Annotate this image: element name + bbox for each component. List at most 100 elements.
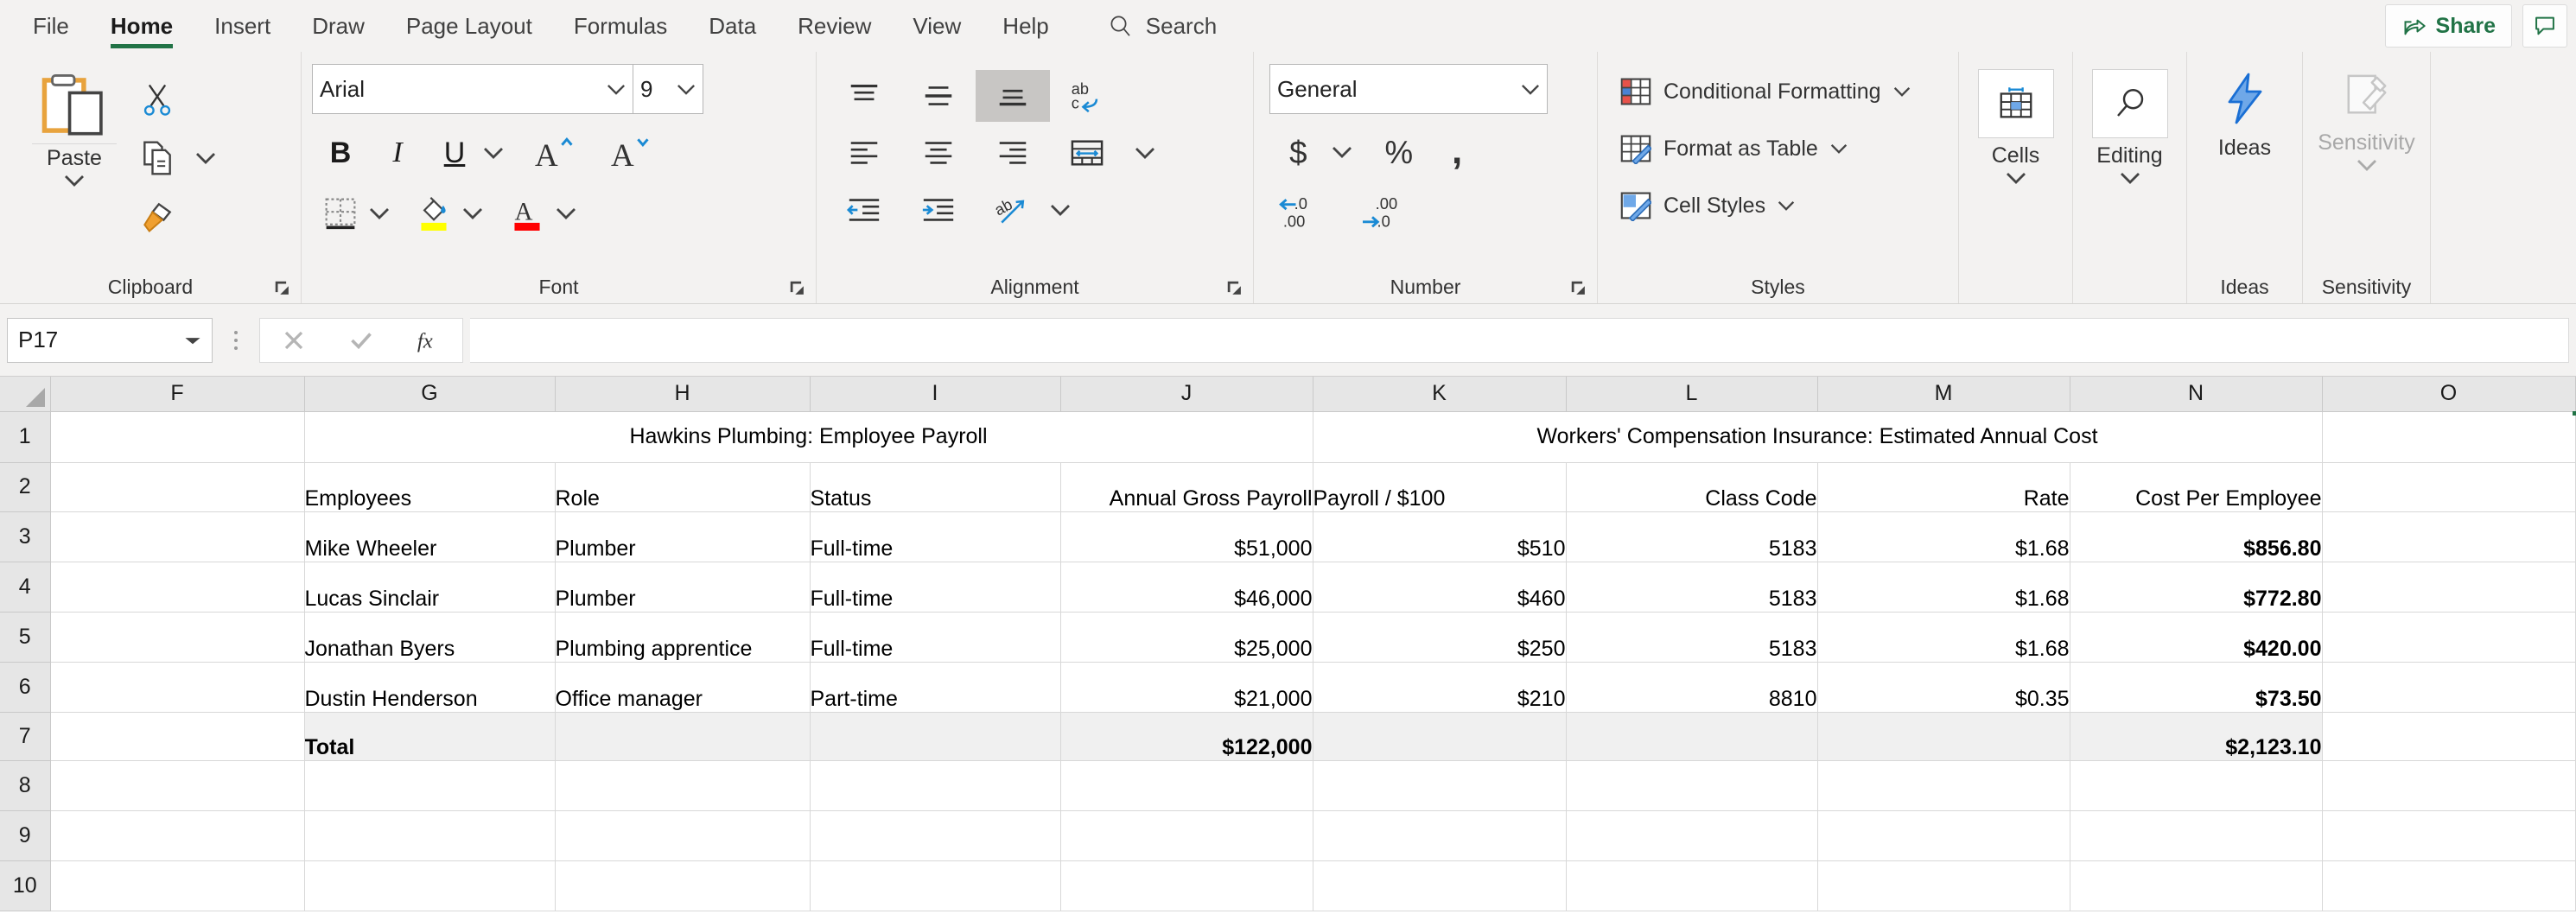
cell-N8[interactable]: [2070, 760, 2322, 810]
cell-M6-rate[interactable]: $0.35: [1817, 662, 2070, 712]
font-size-combobox[interactable]: 9: [633, 64, 703, 114]
row-header-4[interactable]: 4: [0, 562, 50, 612]
row-header-9[interactable]: 9: [0, 810, 50, 860]
percent-style-button[interactable]: %: [1368, 125, 1430, 179]
dialog-launcher-icon[interactable]: [1225, 279, 1244, 298]
underline-button[interactable]: U: [426, 126, 483, 180]
cells-button[interactable]: [1978, 69, 2054, 138]
chevron-down-icon[interactable]: [556, 207, 576, 219]
chevron-down-icon[interactable]: [2120, 172, 2140, 184]
chevron-down-icon[interactable]: [1332, 146, 1352, 158]
cancel-button[interactable]: [260, 319, 328, 362]
format-painter-button[interactable]: [138, 198, 176, 236]
dialog-launcher-icon[interactable]: [1569, 279, 1588, 298]
align-top-button[interactable]: [827, 70, 901, 122]
column-header-N[interactable]: N: [2070, 377, 2322, 411]
chevron-down-icon[interactable]: [483, 147, 504, 159]
cell-O4[interactable]: [2322, 562, 2575, 612]
chevron-down-icon[interactable]: [369, 207, 390, 219]
font-name-combobox[interactable]: Arial: [312, 64, 633, 114]
cut-button[interactable]: [138, 80, 176, 118]
borders-button[interactable]: [312, 187, 369, 240]
chevron-down-icon[interactable]: [2006, 172, 2026, 184]
select-all-corner[interactable]: [0, 377, 50, 411]
cell-F4[interactable]: [50, 562, 304, 612]
cell-I6-status[interactable]: Part-time: [810, 662, 1060, 712]
spreadsheet-grid[interactable]: F G H I J K L M N O 1 Hawkins Plumbing: …: [0, 377, 2576, 914]
cell-J5-annual-gross-payroll[interactable]: $25,000: [1060, 612, 1313, 662]
dialog-launcher-icon[interactable]: [788, 279, 807, 298]
align-middle-button[interactable]: [901, 70, 976, 122]
cell-header-annual-gross-payroll[interactable]: Annual Gross Payroll: [1060, 462, 1313, 511]
cell-F10[interactable]: [50, 860, 304, 911]
cell-L6-class-code[interactable]: 8810: [1566, 662, 1817, 712]
cell-header-cost-per-employee[interactable]: Cost Per Employee: [2070, 462, 2322, 511]
cell-header-class-code[interactable]: Class Code: [1566, 462, 1817, 511]
cell-K6-payroll-per-100[interactable]: $210: [1313, 662, 1566, 712]
column-header-J[interactable]: J: [1060, 377, 1313, 411]
chevron-down-icon[interactable]: [462, 207, 483, 219]
cell-O5[interactable]: [2322, 612, 2575, 662]
editing-button[interactable]: [2092, 69, 2168, 138]
insert-function-button[interactable]: fx: [395, 319, 462, 362]
cell-N10[interactable]: [2070, 860, 2322, 911]
ideas-button[interactable]: [2223, 73, 2268, 129]
cell-K3-payroll-per-100[interactable]: $510: [1313, 511, 1566, 562]
column-header-F[interactable]: F: [50, 377, 304, 411]
cell-L3-class-code[interactable]: 5183: [1566, 511, 1817, 562]
cell-header-role[interactable]: Role: [555, 462, 810, 511]
cell-J9[interactable]: [1060, 810, 1313, 860]
cell-M8[interactable]: [1817, 760, 2070, 810]
cell-K7[interactable]: [1313, 712, 1566, 760]
cell-banner-right[interactable]: Workers' Compensation Insurance: Estimat…: [1313, 411, 2322, 462]
cell-N3-cost-per-employee[interactable]: $856.80: [2070, 511, 2322, 562]
cell-L5-class-code[interactable]: 5183: [1566, 612, 1817, 662]
cell-K4-payroll-per-100[interactable]: $460: [1313, 562, 1566, 612]
cell-G3-employee[interactable]: Mike Wheeler: [304, 511, 555, 562]
cell-G10[interactable]: [304, 860, 555, 911]
chevron-down-icon[interactable]: [2357, 159, 2377, 171]
align-bottom-button[interactable]: [976, 70, 1050, 122]
italic-button[interactable]: I: [369, 126, 426, 180]
copy-button[interactable]: [138, 139, 176, 177]
cell-M9[interactable]: [1817, 810, 2070, 860]
tab-review[interactable]: Review: [777, 0, 892, 52]
decrease-indent-button[interactable]: [827, 184, 901, 236]
fill-color-button[interactable]: [405, 187, 462, 240]
tab-file[interactable]: File: [12, 0, 90, 52]
chevron-down-icon[interactable]: [1135, 147, 1155, 159]
cell-I8[interactable]: [810, 760, 1060, 810]
column-header-K[interactable]: K: [1313, 377, 1566, 411]
cell-N9[interactable]: [2070, 810, 2322, 860]
column-header-O[interactable]: O: [2322, 377, 2575, 411]
row-header-8[interactable]: 8: [0, 760, 50, 810]
cell-O6[interactable]: [2322, 662, 2575, 712]
column-header-M[interactable]: M: [1817, 377, 2070, 411]
row-header-6[interactable]: 6: [0, 662, 50, 712]
cell-I5-status[interactable]: Full-time: [810, 612, 1060, 662]
cell-G9[interactable]: [304, 810, 555, 860]
decrease-decimal-button[interactable]: .0 .00: [1269, 184, 1332, 238]
sensitivity-button[interactable]: [2344, 71, 2390, 125]
cell-O7[interactable]: [2322, 712, 2575, 760]
cell-J7-total-annual-gross-payroll[interactable]: $122,000: [1060, 712, 1313, 760]
cell-L7[interactable]: [1566, 712, 1817, 760]
row-header-7[interactable]: 7: [0, 712, 50, 760]
tab-view[interactable]: View: [892, 0, 982, 52]
row-header-2[interactable]: 2: [0, 462, 50, 511]
bold-button[interactable]: B: [312, 126, 369, 180]
increase-indent-button[interactable]: [901, 184, 976, 236]
cell-O1[interactable]: [2322, 411, 2575, 462]
cell-G7-total-label[interactable]: Total: [304, 712, 555, 760]
search-box[interactable]: Search: [1108, 13, 1217, 40]
cell-G5-employee[interactable]: Jonathan Byers: [304, 612, 555, 662]
cell-H8[interactable]: [555, 760, 810, 810]
cell-K5-payroll-per-100[interactable]: $250: [1313, 612, 1566, 662]
merge-and-center-button[interactable]: [1050, 127, 1124, 179]
cell-L9[interactable]: [1566, 810, 1817, 860]
cell-J4-annual-gross-payroll[interactable]: $46,000: [1060, 562, 1313, 612]
comments-button[interactable]: [2522, 4, 2567, 48]
cell-O8[interactable]: [2322, 760, 2575, 810]
row-header-5[interactable]: 5: [0, 612, 50, 662]
cell-N5-cost-per-employee[interactable]: $420.00: [2070, 612, 2322, 662]
